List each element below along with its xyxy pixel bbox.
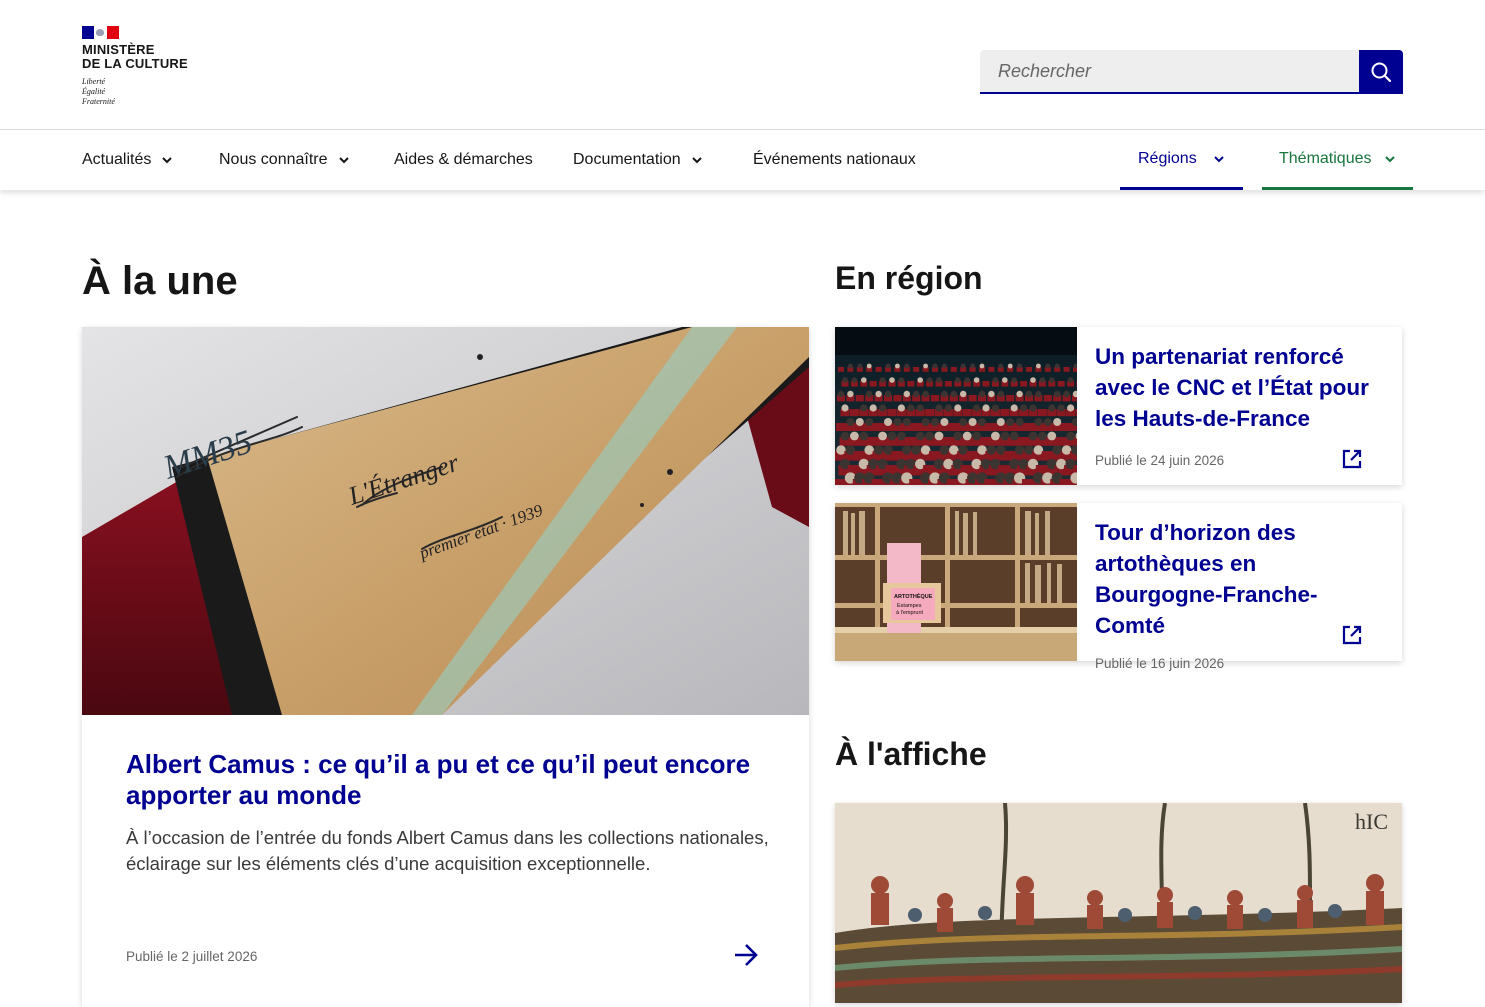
external-link-icon[interactable]: [1341, 448, 1363, 474]
featured-article-image: MM35 L'Étranger premier état · 1939: [82, 327, 809, 715]
search-icon: [1371, 62, 1392, 83]
artotheque-image: ARTOTHÈQUE Estampes à l'emprunt: [835, 503, 1077, 661]
featured-article-description: À l’occasion de l’entrée du fonds Albert…: [126, 827, 769, 874]
region-article-date: Publié le 16 juin 2026: [1095, 656, 1225, 671]
region-article-card[interactable]: ARTOTHÈQUE Estampes à l'emprunt Tour d’h…: [835, 503, 1402, 671]
featured-article-title[interactable]: Albert Camus : ce qu’il a pu et ce qu’il…: [126, 749, 766, 811]
main-navigation: Actualités Nous connaître Aides & démarc…: [0, 130, 1485, 190]
tapestry-text: hIC: [1355, 809, 1388, 834]
nav-item-evenements-nationaux[interactable]: Événements nationaux: [753, 130, 916, 190]
cinema-audience-image: [835, 327, 1077, 485]
chevron-down-icon: [1384, 155, 1396, 163]
svg-text:Estampes: Estampes: [897, 603, 922, 609]
chevron-down-icon: [691, 156, 703, 164]
site-header: MINISTÈRE DE LA CULTURE Liberté Égalité …: [0, 0, 1485, 130]
logo-title: MINISTÈRE DE LA CULTURE: [82, 42, 188, 71]
region-article-title[interactable]: Un partenariat renforcé avec le CNC et l…: [1095, 341, 1385, 434]
search-input[interactable]: [980, 50, 1359, 94]
artotheque-label-text: ARTOTHÈQUE: [894, 592, 933, 600]
featured-article-date: Publié le 2 juillet 2026: [126, 949, 258, 964]
search-bar: [980, 50, 1403, 94]
marianne-flag-icon: [82, 26, 119, 39]
nav-item-nous-connaitre[interactable]: Nous connaître: [219, 130, 350, 190]
section-title-une: À la une: [82, 259, 238, 303]
ministry-logo[interactable]: MINISTÈRE DE LA CULTURE Liberté Égalité …: [82, 26, 188, 107]
region-article-card[interactable]: Un partenariat renforcé avec le CNC et l…: [835, 327, 1402, 485]
affiche-card[interactable]: hIC: [835, 803, 1402, 1003]
external-link-icon[interactable]: [1341, 624, 1363, 650]
region-article-date: Publié le 24 juin 2026: [1095, 453, 1225, 468]
nav-item-thematiques[interactable]: Thématiques: [1262, 130, 1413, 190]
chevron-down-icon: [1213, 155, 1225, 163]
chevron-down-icon: [338, 156, 350, 164]
arrow-right-icon[interactable]: [732, 941, 760, 973]
region-article-title[interactable]: Tour d’horizon des artothèques en Bourgo…: [1095, 517, 1385, 641]
section-title-affiche: À l'affiche: [835, 736, 987, 772]
logo-motto: Liberté Égalité Fraternité: [82, 77, 115, 106]
svg-text:à l'emprunt: à l'emprunt: [896, 610, 924, 616]
nav-item-documentation[interactable]: Documentation: [573, 130, 703, 190]
bayeux-tapestry-image: hIC: [835, 803, 1402, 1003]
featured-article-card[interactable]: MM35 L'Étranger premier état · 1939 Albe…: [82, 327, 809, 1007]
nav-item-regions[interactable]: Régions: [1120, 130, 1243, 190]
search-button[interactable]: [1359, 50, 1403, 94]
chevron-down-icon: [161, 156, 173, 164]
nav-item-aides-demarches[interactable]: Aides & démarches: [394, 130, 533, 190]
section-title-region: En région: [835, 260, 983, 296]
nav-item-actualites[interactable]: Actualités: [82, 130, 173, 190]
